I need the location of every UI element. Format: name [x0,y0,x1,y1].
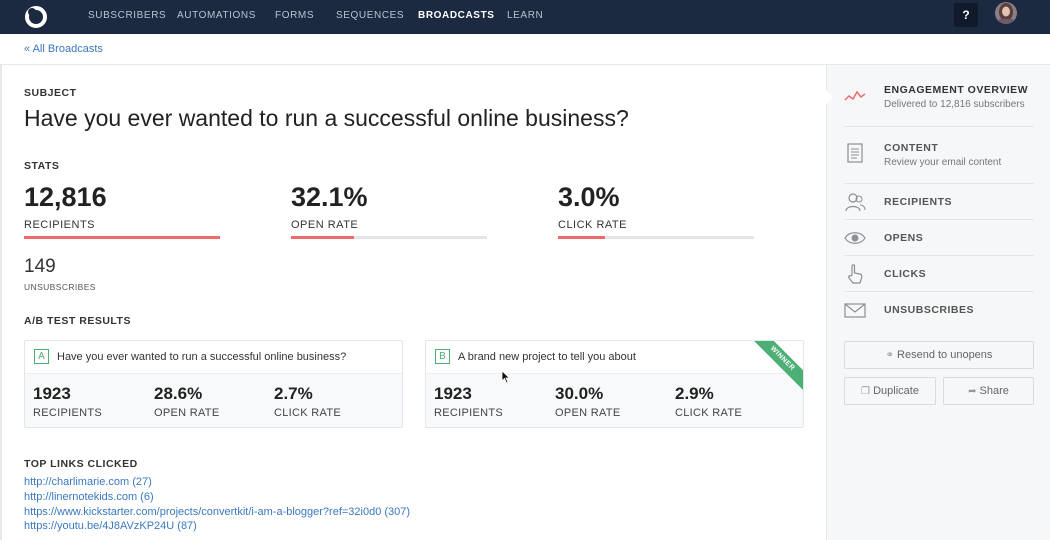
sidebar-item-label: OPENS [884,232,924,244]
sidebar-item-label: RECIPIENTS [884,196,953,208]
nav-learn[interactable]: LEARN [507,10,543,21]
variant-a-badge: A [34,349,49,364]
variant-a-open-rate: 28.6% [154,384,203,403]
variant-a-click-rate: 2.7% [274,384,313,403]
people-icon [845,193,866,212]
sidebar-item-desc: Delivered to 12,816 subscribers [884,99,1025,110]
duplicate-label: Duplicate [873,385,919,397]
open-rate-bar-fill [291,236,354,239]
eye-icon [844,232,866,244]
share-button[interactable]: ➦ Share [943,377,1034,405]
subject-line: Have you ever wanted to run a successful… [24,105,629,131]
copy-icon: ❐ [861,386,871,397]
duplicate-button[interactable]: ❐ Duplicate [844,377,936,405]
variant-b-recipients: 1923 [434,384,472,403]
avatar[interactable] [995,2,1017,24]
variant-b-subject: A brand new project to tell you about [458,351,636,363]
sidebar-divider [844,291,1034,292]
nav-automations[interactable]: AUTOMATIONS [177,10,256,21]
variant-a-recipients-label: RECIPIENTS [33,407,103,419]
resend-to-unopens-button[interactable]: ⚭ Resend to unopens [844,341,1034,369]
nav-broadcasts[interactable]: BROADCASTS [418,10,495,21]
top-link-1[interactable]: http://charlimarie.com (27) [24,476,152,488]
variant-b-open-label: OPEN RATE [555,407,621,419]
share-icon: ➦ [968,386,977,397]
sidebar-item-desc: Review your email content [884,157,1002,168]
stats-label: STATS [24,160,60,172]
variant-b-recipients-label: RECIPIENTS [434,407,504,419]
nav-subscribers[interactable]: SUBSCRIBERS [88,10,166,21]
sidebar-item-unsubscribes[interactable]: UNSUBSCRIBES [844,298,1034,326]
sidebar-item-engagement-overview[interactable]: ENGAGEMENT OVERVIEW Delivered to 12,816 … [844,80,1034,124]
ab-card-header: A Have you ever wanted to run a successf… [25,341,402,374]
open-rate-label: OPEN RATE [291,219,359,231]
variant-b-click-label: CLICK RATE [675,407,742,419]
top-link-4[interactable]: https://youtu.be/4J8AVzKP24U (87) [24,520,197,532]
click-rate-label: CLICK RATE [558,219,627,231]
click-rate-bar-fill [558,236,606,239]
variant-a-recipients: 1923 [33,384,71,403]
nav-forms[interactable]: FORMS [275,10,314,21]
recipients-bar [24,236,220,239]
share-label: Share [979,385,1009,397]
top-nav: SUBSCRIBERS AUTOMATIONS FORMS SEQUENCES … [0,0,1050,34]
avatar-icon [995,2,1017,24]
variant-a-click-label: CLICK RATE [274,407,341,419]
ab-card-b[interactable]: B A brand new project to tell you about … [425,340,804,428]
unsubscribes-value: 149 [24,256,56,277]
click-rate-value: 3.0% [558,182,620,212]
sidebar-item-clicks[interactable]: CLICKS [844,262,1034,290]
envelope-icon [844,303,866,318]
subject-label: SUBJECT [24,87,77,99]
open-rate-value: 32.1% [291,182,368,212]
activity-chart-icon [844,90,866,101]
open-rate-bar [291,236,487,239]
sidebar-divider [844,255,1034,256]
variant-b-badge: B [435,349,450,364]
sidebar-item-label: UNSUBSCRIBES [884,304,975,316]
mouse-cursor-icon [501,370,511,384]
sidebar-item-label: ENGAGEMENT OVERVIEW [884,84,1029,96]
sidebar-divider [844,219,1034,220]
ab-test-label: A/B TEST RESULTS [24,315,131,327]
top-links-label: TOP LINKS CLICKED [24,458,138,470]
link-icon: ⚭ [885,350,894,361]
back-to-broadcasts-link[interactable]: « All Broadcasts [24,43,103,55]
sidebar-divider [844,126,1034,127]
unsubscribes-label: UNSUBSCRIBES [24,282,96,292]
recipients-label: RECIPIENTS [24,219,96,231]
top-link-2[interactable]: http://linernotekids.com (6) [24,491,154,503]
click-rate-bar [558,236,754,239]
logo-icon[interactable] [22,3,50,31]
ab-card-header: B A brand new project to tell you about [426,341,803,374]
recipients-value: 12,816 [24,182,107,212]
sidebar-item-label: CLICKS [884,268,927,280]
sidebar-item-opens[interactable]: OPENS [844,226,1034,254]
sidebar-item-content[interactable]: CONTENT Review your email content [844,138,1034,182]
variant-b-open-rate: 30.0% [555,384,604,403]
pointer-hand-icon [848,264,863,284]
sidebar-item-recipients[interactable]: RECIPIENTS [844,190,1034,218]
variant-b-click-rate: 2.9% [675,384,714,403]
recipients-bar-fill [24,236,220,239]
top-link-3[interactable]: https://www.kickstarter.com/projects/con… [24,506,410,518]
ab-card-a[interactable]: A Have you ever wanted to run a successf… [24,340,403,428]
nav-sequences[interactable]: SEQUENCES [336,10,404,21]
sidebar-divider [844,183,1034,184]
variant-a-subject: Have you ever wanted to run a successful… [57,351,347,363]
active-indicator [826,90,833,104]
resend-label: Resend to unopens [897,349,993,361]
sidebar-item-label: CONTENT [884,142,939,154]
document-icon [847,143,863,163]
help-button[interactable]: ? [954,3,978,27]
variant-a-open-label: OPEN RATE [154,407,220,419]
